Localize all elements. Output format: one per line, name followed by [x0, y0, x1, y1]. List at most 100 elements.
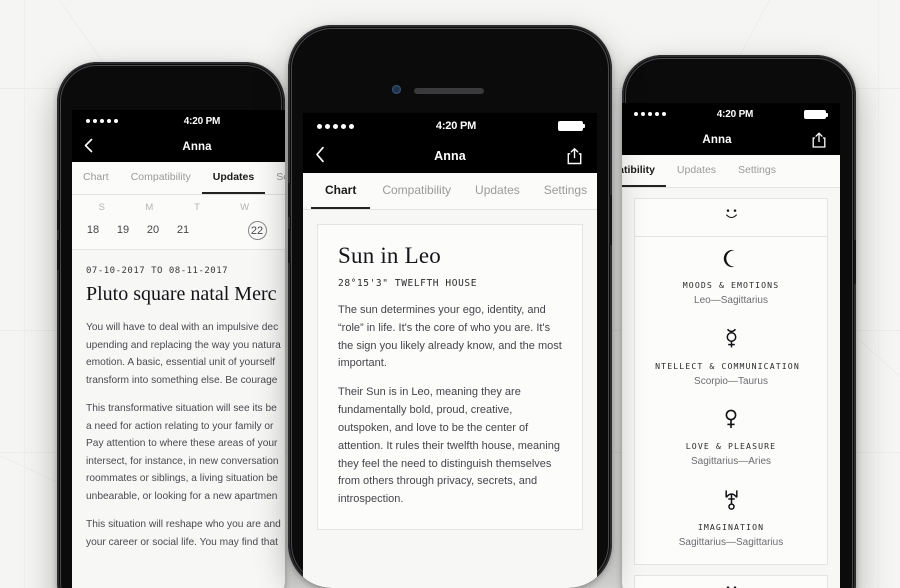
card-title: Sun in Leo [338, 243, 441, 268]
card-subtitle: 28°15'3" TWELFTH HOUSE [338, 278, 478, 289]
tab-chart[interactable]: Chart [311, 173, 371, 209]
share-icon[interactable] [812, 132, 828, 148]
screen-left: 4:20 PM Anna Chart Compatibility Updates… [72, 110, 285, 588]
update-line: emotion. A basic, essential unit of your… [86, 357, 276, 369]
promo-scene: 4:20 PM Anna Chart Compatibility Updates… [0, 0, 900, 588]
signal-dots-icon [317, 123, 354, 129]
calendar-dow: T [277, 202, 285, 213]
status-bar: 4:20 PM [303, 113, 597, 139]
compat-value: Leo—Sagittarius [694, 295, 768, 306]
status-clock: 4:20 PM [435, 120, 477, 132]
status-bar: 4:20 PM [72, 110, 285, 132]
screen-right: 4:20 PM Anna ompatibility Updates Settin… [622, 103, 840, 588]
smiley-face-icon [723, 208, 740, 225]
speaker-grille [414, 88, 484, 94]
tab-chart[interactable]: Chart [72, 162, 120, 194]
uranus-icon [635, 489, 827, 513]
nav-title: Anna [182, 141, 212, 153]
update-line: transform into something else. Be courag… [86, 374, 278, 386]
compat-value: Sagittarius—Aries [690, 456, 772, 467]
update-line: This situation will reshape who you are … [86, 519, 281, 531]
tab-settings[interactable]: Settings [727, 155, 787, 187]
update-paragraph: This transformative situation will see i… [86, 400, 285, 505]
share-icon[interactable] [567, 147, 585, 166]
card-paragraph: Their Sun is in Leo, meaning they are fu… [338, 386, 560, 506]
update-line: You will have to deal with an impulsive … [86, 322, 279, 333]
content-left: S M T W T 18 19 20 21 22 07-10 [72, 195, 285, 588]
power-button[interactable] [609, 195, 612, 245]
update-line: This transformative situation will see i… [86, 403, 277, 415]
calendar-dow: M [145, 202, 154, 213]
calendar-date[interactable]: 20 [138, 221, 168, 240]
venus-icon [635, 409, 827, 432]
compat-label: MOODS & EMOTIONS [682, 280, 780, 290]
calendar-dow: S [98, 202, 105, 213]
calendar-date-row: 18 19 20 21 22 [72, 213, 285, 240]
tab-settings[interactable]: Settings [265, 162, 285, 194]
battery-icon [558, 121, 585, 131]
status-bar: 4:20 PM [622, 103, 840, 125]
content-right: MOODS & EMOTIONS Leo—Sagittarius NTELLEC… [622, 188, 840, 588]
update-line: your career or social life. You may find… [86, 537, 278, 549]
compat-row-mercury: NTELLECT & COMMUNICATION Scorpio—Taurus [635, 316, 827, 397]
update-line: upending and replacing the way you natur… [86, 339, 281, 351]
background-line [24, 0, 25, 588]
update-line: intersect, for instance, in new conversa… [86, 455, 279, 467]
volume-down-button[interactable] [57, 240, 59, 270]
signal-dots-icon [634, 112, 666, 116]
nav-bar: Anna [72, 132, 285, 162]
tab-compatibility[interactable]: Compatibility [120, 162, 202, 194]
tab-settings[interactable]: Settings [532, 173, 597, 209]
card-header [635, 576, 827, 588]
nav-bar: Anna [303, 139, 597, 173]
status-clock: 4:20 PM [716, 108, 754, 120]
volume-down-button[interactable] [288, 229, 291, 263]
screen-center: 4:20 PM Anna Chart Compatibility Updates… [303, 113, 597, 588]
calendar-date-selected[interactable]: 22 [247, 221, 267, 240]
compat-value: Sagittarius—Sagittarius [678, 537, 784, 548]
compat-label: IMAGINATION [697, 522, 765, 532]
volume-up-button[interactable] [57, 200, 59, 230]
front-camera-icon [392, 85, 401, 94]
calendar-dow-row: S M T W T [72, 202, 285, 213]
tab-updates[interactable]: Updates [463, 173, 532, 209]
tab-bar-center: Chart Compatibility Updates Settings [303, 173, 597, 210]
calendar-dow: T [194, 202, 200, 213]
calendar-date[interactable]: 21 [168, 221, 198, 240]
content-center: Sun in Leo 28°15'3" TWELFTH HOUSE The su… [303, 210, 597, 588]
update-date-range: 07-10-2017 TO 08-11-2017 [86, 266, 229, 276]
compat-row-venus: LOVE & PLEASURE Sagittarius—Aries [635, 397, 827, 477]
status-clock: 4:20 PM [183, 115, 221, 127]
update-line: roommates or siblings, a living situatio… [86, 473, 278, 485]
calendar-date[interactable]: 19 [108, 221, 138, 240]
background-diagonal [859, 340, 900, 502]
card-paragraph: The sun determines your ego, identity, a… [338, 304, 562, 370]
battery-icon [804, 109, 828, 119]
moon-icon [635, 249, 827, 271]
chart-detail-card: Sun in Leo 28°15'3" TWELFTH HOUSE The su… [317, 224, 583, 530]
compat-row-uranus: IMAGINATION Sagittarius—Sagittarius [635, 477, 827, 564]
tab-bar-left: Chart Compatibility Updates Settings [72, 162, 285, 195]
update-line: Pay attention to where these areas of yo… [86, 438, 278, 450]
tab-updates[interactable]: Updates [201, 162, 266, 194]
calendar-date[interactable]: 18 [78, 221, 108, 240]
volume-up-button[interactable] [288, 183, 291, 217]
calendar-dow: W [240, 202, 250, 213]
phone-right: 4:20 PM Anna ompatibility Updates Settin… [622, 55, 856, 588]
background-line [878, 0, 879, 588]
compat-value: Scorpio—Taurus [694, 376, 768, 387]
nav-title: Anna [702, 134, 732, 146]
tab-compatibility[interactable]: Compatibility [370, 173, 463, 209]
update-paragraph: You will have to deal with an impulsive … [86, 319, 285, 389]
tab-compatibility[interactable]: ompatibility [622, 155, 666, 187]
update-article: 07-10-2017 TO 08-11-2017 Pluto square na… [72, 250, 285, 552]
nav-title: Anna [434, 149, 466, 163]
mercury-icon [635, 328, 827, 352]
update-line: a need for action relating to your famil… [86, 420, 274, 432]
tab-bar-right: ompatibility Updates Settings [622, 155, 840, 188]
tab-updates[interactable]: Updates [666, 155, 727, 187]
power-button[interactable] [854, 240, 856, 284]
calendar-strip: S M T W T 18 19 20 21 22 [72, 195, 285, 250]
update-line: unbearable, or looking for a new apartme… [86, 490, 278, 502]
compat-row-moon: MOODS & EMOTIONS Leo—Sagittarius [635, 237, 827, 316]
